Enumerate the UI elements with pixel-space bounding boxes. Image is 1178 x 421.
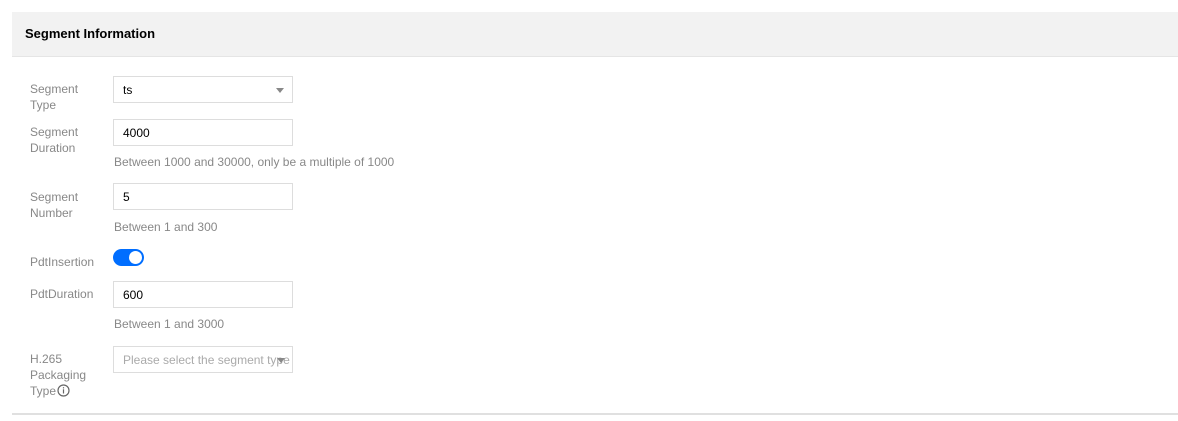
pdt-duration-input[interactable]: 600 — [113, 281, 293, 308]
segment-duration-hint: Between 1000 and 30000, only be a multip… — [114, 155, 395, 169]
segment-type-select[interactable]: ts — [113, 76, 293, 103]
panel-header: Segment Information — [12, 12, 1178, 57]
segment-type-value: ts — [123, 83, 133, 97]
segment-number-label: Segment Number — [30, 190, 79, 220]
pdt-duration-hint: Between 1 and 3000 — [114, 317, 225, 331]
segment-type-label: Segment Type — [30, 82, 79, 112]
toggle-knob — [129, 251, 142, 264]
segment-duration-label: Segment Duration — [30, 125, 79, 155]
segment-duration-input[interactable]: 4000 — [113, 119, 293, 146]
segment-number-hint: Between 1 and 300 — [114, 220, 218, 234]
chevron-down-icon — [276, 88, 284, 93]
segment-number-value: 5 — [123, 190, 130, 204]
h265-packaging-type-select[interactable]: Please select the segment type — [113, 346, 293, 373]
info-icon[interactable] — [57, 384, 70, 397]
segment-duration-value: 4000 — [123, 126, 150, 140]
chevron-down-icon — [277, 358, 285, 363]
h265-packaging-type-placeholder: Please select the segment type — [123, 353, 290, 367]
segment-information-panel: Segment Information Segment Type ts Segm… — [12, 12, 1178, 415]
pdt-duration-value: 600 — [123, 288, 144, 302]
h265-packaging-type-label: H.265 Packaging Type — [30, 351, 90, 399]
pdt-insertion-toggle[interactable] — [113, 249, 144, 266]
pdt-insertion-label: PdtInsertion — [30, 255, 95, 269]
pdt-duration-label: PdtDuration — [30, 287, 94, 301]
segment-number-input[interactable]: 5 — [113, 183, 293, 210]
panel-title: Segment Information — [25, 26, 156, 41]
